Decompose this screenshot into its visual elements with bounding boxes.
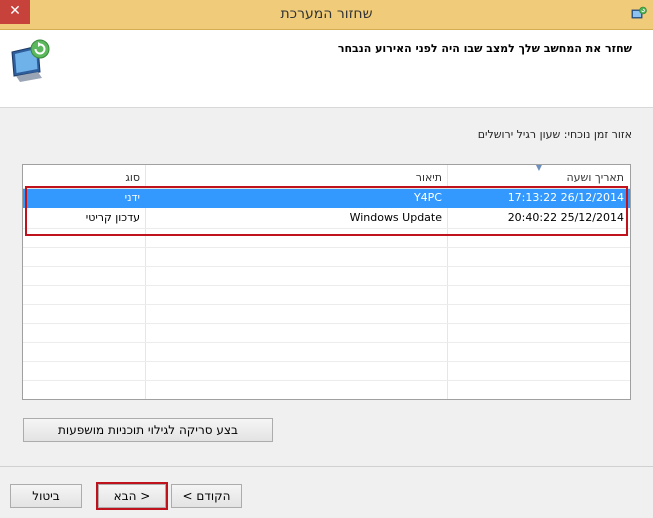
system-restore-icon [631, 6, 647, 19]
row-separator [23, 323, 630, 324]
row-separator [23, 247, 630, 248]
column-header-description[interactable]: תיאור [146, 165, 448, 188]
timezone-label: אזור זמן נוכחי: שעון רגיל ירושלים [477, 128, 632, 141]
back-button[interactable]: < הקודם [171, 484, 242, 508]
system-restore-window: ✕ שחזור המערכת שחזר את המחשב שלך למצב שב… [0, 0, 653, 518]
row-separator [23, 285, 630, 286]
column-header-type[interactable]: סוג [23, 165, 146, 188]
row-separator [23, 342, 630, 343]
row-separator [23, 380, 630, 381]
row-separator [23, 266, 630, 267]
wizard-header: שחזר את המחשב שלך למצב שבו היה לפני האיר… [0, 30, 653, 108]
row-separator [23, 304, 630, 305]
header-instruction: שחזר את המחשב שלך למצב שבו היה לפני האיר… [337, 42, 632, 55]
footer-divider [0, 466, 653, 467]
rows-highlight-frame [25, 186, 628, 236]
title-bar: ✕ שחזור המערכת [0, 0, 653, 30]
row-separator [23, 361, 630, 362]
cancel-button[interactable]: ביטול [10, 484, 82, 508]
window-title: שחזור המערכת [280, 6, 373, 22]
next-button-highlight-frame [96, 482, 168, 510]
sort-arrow-icon: ▼ [535, 164, 542, 172]
scan-affected-programs-button[interactable]: בצע סריקה לגילוי תוכניות מושפעות [23, 418, 273, 442]
computer-restore-icon [11, 39, 50, 82]
column-header-date[interactable]: ▼ תאריך ושעה [448, 165, 630, 188]
